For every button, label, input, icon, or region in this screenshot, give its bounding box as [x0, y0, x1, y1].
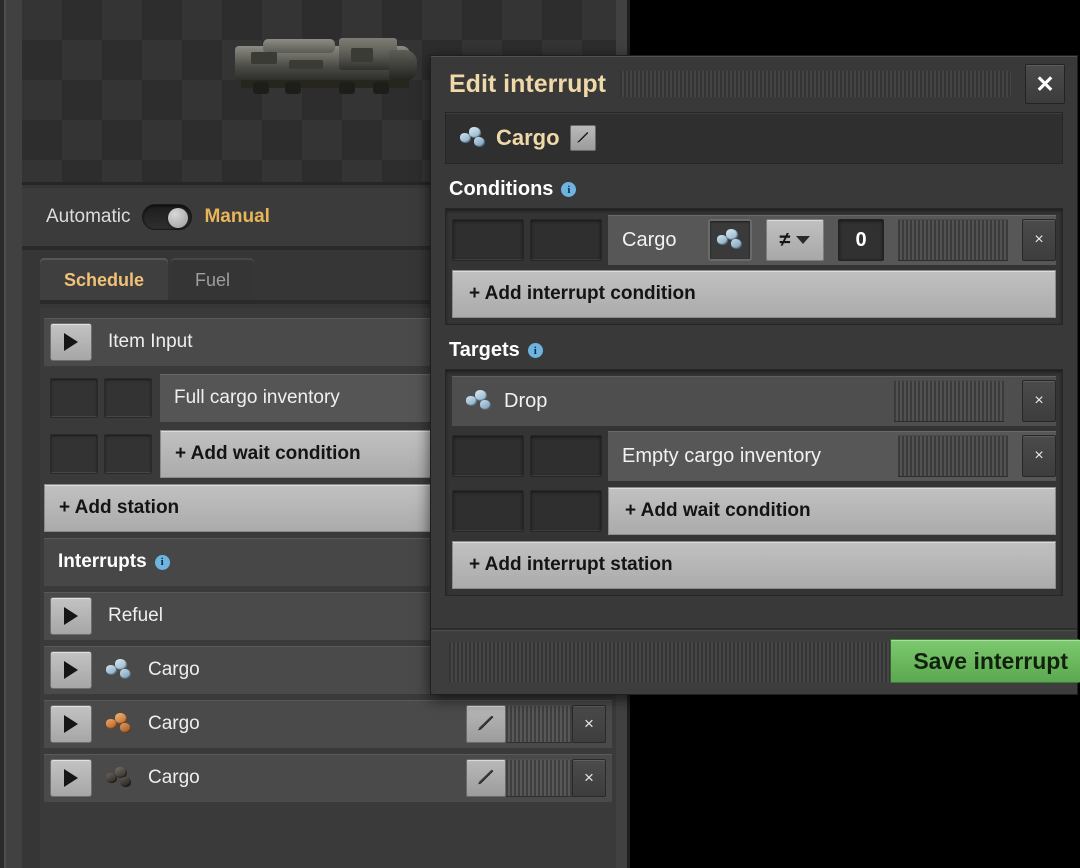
interrupt-name-label: Cargo — [496, 125, 560, 150]
tab-schedule-label: Schedule — [64, 269, 145, 290]
iron-ore-icon[interactable] — [708, 219, 752, 261]
dialog-title: Edit interrupt — [449, 69, 606, 98]
interrupt-name: Cargo — [148, 659, 200, 680]
play-triangle-icon[interactable] — [50, 651, 92, 689]
edit-interrupt-dialog: Edit interrupt ✕ Cargo Conditions i Carg… — [430, 55, 1078, 695]
comparator-dropdown[interactable]: ≠ — [766, 219, 824, 261]
toggle-knob — [168, 208, 189, 228]
info-icon[interactable]: i — [154, 554, 170, 570]
interrupt-name: Cargo — [148, 713, 200, 734]
targets-panel: Drop × Empty cargo inventory × + Add wai… — [445, 369, 1063, 596]
remove-wait-condition-button[interactable]: × — [1022, 435, 1056, 477]
add-wait-slot-b — [530, 490, 602, 532]
condition-slot-a[interactable] — [50, 378, 98, 418]
add-wait-condition-button[interactable]: + Add wait condition — [608, 487, 1056, 535]
chevron-down-icon — [796, 236, 811, 244]
save-interrupt-button[interactable]: Save interrupt — [890, 639, 1080, 683]
tab-fuel-label: Fuel — [195, 269, 231, 290]
locomotive-sprite — [227, 30, 422, 100]
dialog-body: Cargo Conditions i Cargo ≠ 0 × + Add int… — [431, 112, 1077, 596]
drag-handle[interactable] — [506, 759, 572, 797]
condition-slot-b[interactable] — [104, 378, 152, 418]
dialog-footer: Save interrupt — [431, 628, 1077, 694]
interrupt-row-cargo-coal[interactable]: Cargo × — [44, 754, 612, 802]
comparator-value: ≠ — [779, 228, 791, 251]
conditions-label: Conditions — [449, 178, 554, 200]
condition-signal-label: Cargo — [622, 228, 677, 251]
manual-label: Manual — [204, 206, 270, 227]
drag-handle[interactable] — [506, 705, 572, 743]
condition-body: Cargo ≠ 0 × — [608, 215, 1056, 265]
remove-condition-button[interactable]: × — [1022, 219, 1056, 261]
automatic-manual-toggle[interactable] — [142, 204, 193, 230]
pencil-icon[interactable] — [466, 705, 506, 743]
remove-interrupt-button[interactable]: × — [572, 705, 606, 743]
drag-handle[interactable] — [894, 380, 1004, 422]
tab-schedule[interactable]: Schedule — [40, 258, 169, 302]
add-interrupt-condition-button[interactable]: + Add interrupt condition — [452, 270, 1056, 318]
iron-ore-icon — [460, 127, 486, 149]
targets-label: Targets — [449, 339, 520, 361]
add-wait-slot-a — [452, 490, 524, 532]
remove-interrupt-button[interactable]: × — [572, 759, 606, 797]
drag-handle[interactable] — [898, 435, 1008, 477]
target-station-row[interactable]: Drop × — [452, 376, 1056, 426]
dialog-title-bar: Edit interrupt ✕ — [431, 56, 1077, 112]
tab-fuel[interactable]: Fuel — [171, 258, 255, 302]
wait-condition-text: Empty cargo inventory — [622, 444, 821, 467]
automatic-label: Automatic — [46, 206, 131, 227]
targets-section-label: Targets i — [449, 339, 1063, 362]
info-icon[interactable]: i — [561, 182, 577, 197]
play-triangle-icon[interactable] — [50, 323, 92, 361]
condition-slot-a[interactable] — [452, 219, 524, 261]
interrupt-name: Refuel — [108, 605, 163, 626]
wait-condition-body[interactable]: Empty cargo inventory × — [608, 431, 1056, 481]
conditions-panel: Cargo ≠ 0 × + Add interrupt condition — [445, 208, 1063, 325]
add-interrupt-station-button[interactable]: + Add interrupt station — [452, 541, 1056, 589]
condition-slot-b[interactable] — [530, 219, 602, 261]
title-drag-handle[interactable] — [619, 71, 1011, 97]
screen-root: Automatic Manual Schedule Fuel Item Inpu… — [0, 0, 1080, 868]
close-icon[interactable]: ✕ — [1025, 64, 1065, 104]
interrupts-header-label: Interrupts — [58, 551, 147, 572]
iron-ore-icon — [466, 390, 492, 412]
play-triangle-icon[interactable] — [50, 597, 92, 635]
pencil-icon[interactable] — [466, 759, 506, 797]
copper-ore-icon — [106, 713, 132, 735]
drag-handle[interactable] — [898, 219, 1008, 261]
wait-slot-b[interactable] — [530, 435, 602, 477]
info-icon[interactable]: i — [527, 343, 543, 358]
interrupt-row-cargo-copper[interactable]: Cargo × — [44, 700, 612, 748]
coal-icon — [106, 767, 132, 789]
add-slot-b — [104, 434, 152, 474]
interrupt-condition-row: Cargo ≠ 0 × — [452, 215, 1056, 265]
condition-value-input[interactable]: 0 — [838, 219, 884, 261]
pencil-icon[interactable] — [569, 125, 596, 151]
remove-target-button[interactable]: × — [1022, 380, 1056, 422]
wait-slot-a[interactable] — [452, 435, 524, 477]
target-wait-condition-row: Empty cargo inventory × — [452, 431, 1056, 481]
play-triangle-icon[interactable] — [50, 759, 92, 797]
interrupt-name-row: Cargo — [445, 112, 1063, 164]
iron-ore-icon — [106, 659, 132, 681]
target-station-name: Drop — [504, 389, 548, 412]
add-slot-a — [50, 434, 98, 474]
play-triangle-icon[interactable] — [50, 705, 92, 743]
interrupt-name: Cargo — [148, 767, 200, 788]
station-name: Item Input — [108, 331, 193, 352]
conditions-section-label: Conditions i — [449, 178, 1063, 201]
target-add-wait-row: + Add wait condition — [452, 486, 1056, 536]
